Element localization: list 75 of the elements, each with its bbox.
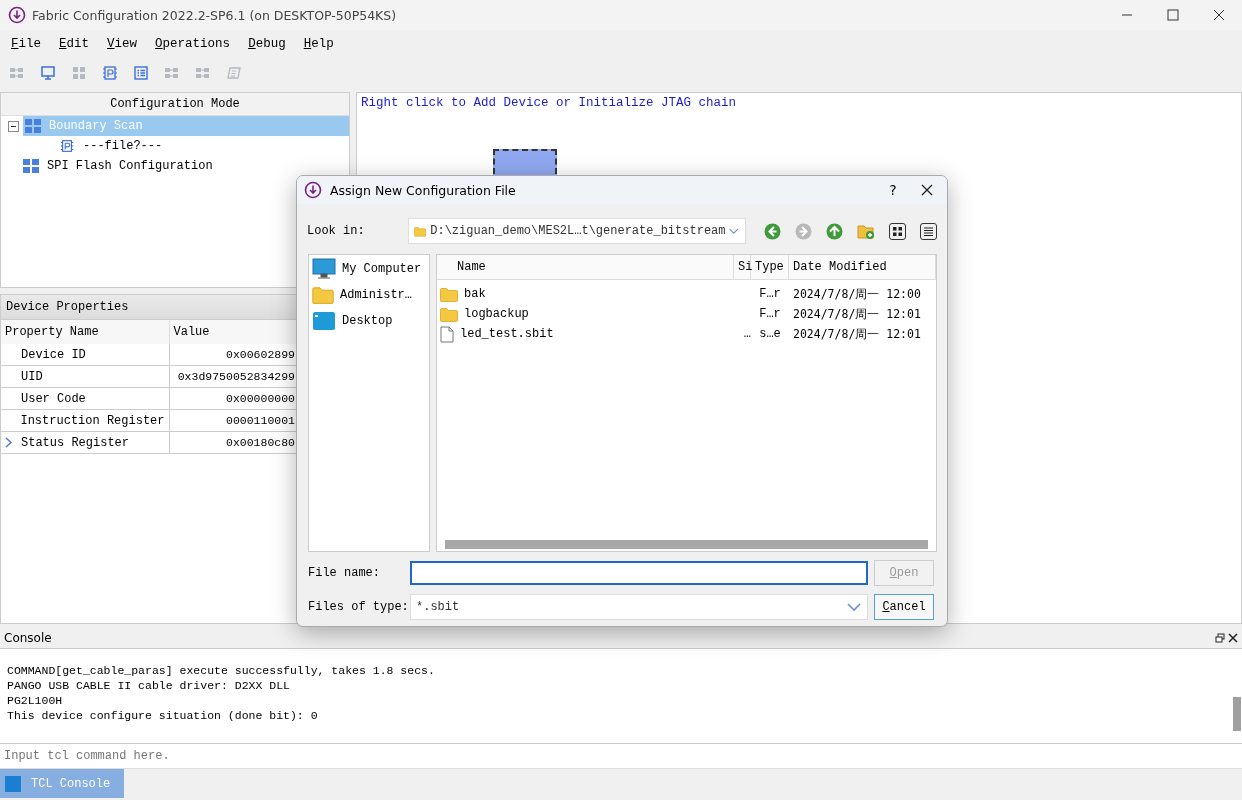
field-label: Look in: (307, 224, 366, 238)
column-header[interactable]: Type (751, 255, 789, 279)
up-arrow-icon[interactable] (826, 222, 843, 240)
app-logo-icon (8, 6, 26, 24)
dialog-title: Assign New Configuration File (330, 182, 517, 198)
console-line: This device configure situation (done bit): 0 (7, 708, 319, 723)
menu-item[interactable]: Debug (248, 37, 286, 51)
new-folder-icon[interactable] (857, 222, 875, 240)
dialog-button[interactable]: Cancel (874, 594, 934, 620)
command-input[interactable]: Input tcl command here. (0, 744, 1242, 768)
tree-item[interactable]: ---file?--- (79, 138, 167, 154)
monitor-icon (312, 258, 336, 280)
caret-icon (729, 226, 739, 236)
list-icon[interactable] (132, 64, 150, 82)
folder-icon (440, 306, 458, 322)
menu-item[interactable]: File (11, 37, 42, 51)
tree-item[interactable]: SPI Flash Configuration (43, 158, 217, 174)
console-line: PANGO USB CABLE II cable driver: D2XX DLL (7, 678, 291, 693)
console-line: COMMAND[get_cable_paras] execute successfully, takes 1.8 secs. (7, 663, 436, 678)
grid-view-icon[interactable] (889, 222, 906, 240)
menu-item[interactable]: Operations (155, 37, 231, 51)
field-label: File name: (308, 566, 381, 580)
file-size: … (743, 327, 751, 341)
file-type: F…r (758, 307, 782, 321)
property-name: Device ID (21, 347, 86, 362)
property-name: UID (21, 369, 43, 384)
folder-icon (312, 286, 334, 304)
monitor-icon[interactable] (39, 64, 57, 82)
look-in-dropdown[interactable]: D:\ziguan_demo\MES2L…t\generate_bitstream (408, 218, 746, 244)
window-title: Fabric Configuration 2022.2-SP6.1 (on DESKTOP-50P54KS) (32, 7, 398, 23)
file-name[interactable]: led_test.sbit (460, 327, 554, 341)
chip-icon[interactable] (101, 64, 119, 82)
dialog-logo-icon (304, 181, 322, 199)
column-header[interactable]: Si (734, 255, 751, 279)
chip-icon (59, 138, 75, 154)
column-header[interactable]: Name (437, 255, 734, 279)
file-name[interactable]: logbackup (464, 307, 529, 321)
file-date: 2024/7/8/周一 12:01 (792, 326, 922, 342)
menu-item[interactable]: Edit (59, 37, 90, 51)
property-name: Instruction Register (20, 413, 165, 428)
folder-icon (440, 286, 458, 302)
menu-item[interactable]: View (107, 37, 138, 51)
file-name-field[interactable] (410, 561, 868, 585)
tree-header: Configuration Mode (1, 93, 349, 116)
canvas-hint: Right click to Add Device or Initialize JTAG chain (360, 95, 738, 112)
collapse-icon[interactable] (8, 120, 19, 132)
file-date: 2024/7/8/周一 12:01 (792, 306, 922, 322)
file-date: 2024/7/8/周一 12:00 (792, 286, 922, 302)
scrollbar[interactable] (445, 540, 928, 549)
column-header: Property Name (1, 320, 169, 344)
grid-icon (23, 159, 39, 173)
help-button[interactable]: ? (873, 182, 913, 198)
field-label: Files of type: (308, 600, 404, 614)
scrollbar[interactable] (1233, 697, 1241, 731)
file-type-dropdown[interactable]: *.sbit (410, 594, 868, 620)
console-line: PG2L100H (7, 693, 64, 708)
file-name[interactable]: bak (464, 287, 486, 301)
close-icon[interactable] (1228, 633, 1238, 643)
panel-title: Console (4, 631, 52, 645)
list-view-icon[interactable] (920, 222, 937, 240)
caret-icon (847, 602, 861, 612)
float-icon[interactable] (1215, 633, 1225, 643)
column-header[interactable]: Date Modified (789, 255, 936, 279)
desktop-icon (312, 311, 336, 331)
place-item[interactable]: My Computer (342, 262, 422, 276)
document-icon (440, 325, 454, 343)
menu-item[interactable]: Help (303, 37, 334, 51)
property-name: User Code (21, 391, 86, 406)
property-name: Status Register (21, 435, 130, 450)
file-type: s…e (758, 327, 782, 341)
grid-icon (25, 119, 41, 133)
close-icon[interactable] (921, 184, 933, 196)
column-header: Value (169, 320, 298, 344)
chevron-icon[interactable] (5, 437, 13, 448)
file-type: F…r (758, 287, 782, 301)
